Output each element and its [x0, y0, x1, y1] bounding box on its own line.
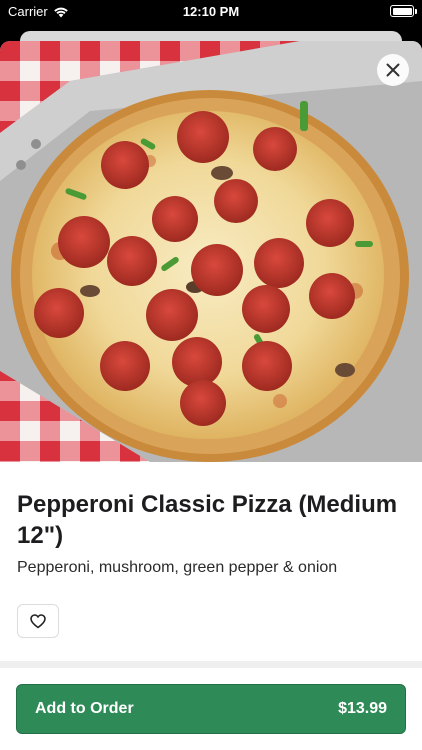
pizza-photo [0, 41, 422, 462]
status-bar: Carrier 12:10 PM [0, 0, 422, 24]
heart-outline-icon [30, 613, 46, 628]
favorite-button[interactable] [17, 604, 59, 638]
close-button[interactable] [377, 54, 409, 86]
close-icon [386, 63, 400, 77]
price-label: $13.99 [338, 700, 387, 717]
product-sheet: Pepperoni Classic Pizza (Medium 12") Pep… [0, 41, 422, 750]
clock: 12:10 PM [182, 4, 240, 19]
add-to-order-label: Add to Order [35, 700, 134, 717]
add-to-order-button[interactable]: Add to Order $13.99 [16, 684, 406, 734]
battery-nub [415, 9, 417, 14]
product-title: Pepperoni Classic Pizza (Medium 12") [17, 491, 398, 549]
product-image [0, 41, 422, 462]
battery-icon [390, 5, 414, 17]
product-description: Pepperoni, mushroom, green pepper & onio… [17, 559, 338, 576]
section-divider [0, 661, 422, 668]
